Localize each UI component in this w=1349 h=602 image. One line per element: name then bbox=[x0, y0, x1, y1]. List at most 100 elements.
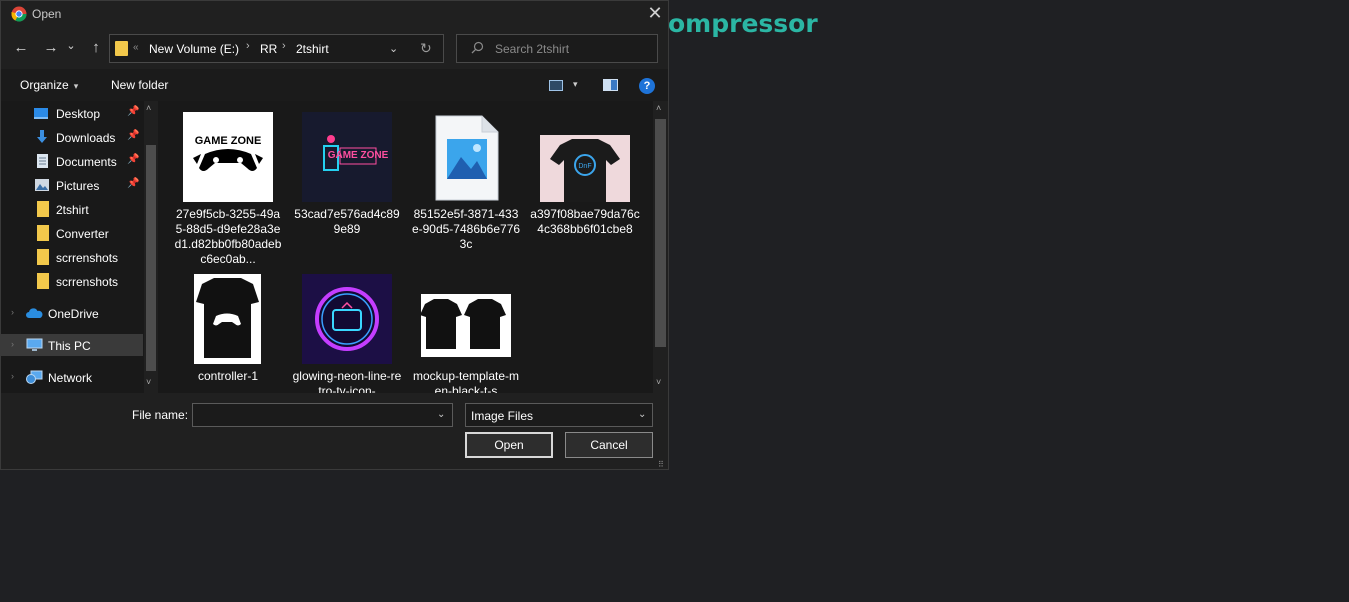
background-heading: ompressor bbox=[668, 9, 818, 38]
pin-icon[interactable]: 📌 bbox=[127, 130, 139, 141]
chevron-down-icon[interactable]: ⌄ bbox=[389, 42, 398, 55]
file-name: a397f08bae79da76c4c368bb6f01cbe8 bbox=[530, 207, 640, 236]
organize-menu[interactable]: Organize ▾ bbox=[20, 78, 78, 92]
address-bar[interactable]: « New Volume (E:) › RR › 2tshirt ⌄ ↻ bbox=[109, 34, 444, 63]
breadcrumb-2tshirt[interactable]: 2tshirt bbox=[296, 42, 329, 56]
image-file-icon bbox=[435, 115, 499, 201]
search-icon bbox=[471, 41, 484, 54]
sidebar-item-label: scrrenshots bbox=[56, 251, 119, 265]
sidebar-item-label: This PC bbox=[48, 339, 91, 353]
file-type-select[interactable]: Image Files ⌄ bbox=[465, 403, 653, 427]
sidebar-item-2tshirt[interactable]: 2tshirt bbox=[1, 198, 143, 220]
sidebar-item-documents[interactable]: Documents 📌 bbox=[1, 150, 143, 172]
breadcrumb-volume[interactable]: New Volume (E:) bbox=[149, 42, 239, 56]
sidebar-item-this-pc[interactable]: › This PC bbox=[1, 334, 143, 356]
view-options-caret-icon[interactable]: ▾ bbox=[573, 79, 578, 90]
sidebar-item-label: scrrenshots bbox=[56, 275, 119, 289]
scroll-down-icon[interactable]: ˅ bbox=[146, 377, 151, 387]
expand-chevron-icon[interactable]: › bbox=[11, 339, 14, 349]
open-file-dialog: Open ✕ ← → ⌄ ↑ « New Volume (E:) › RR › … bbox=[0, 0, 669, 470]
pictures-icon bbox=[35, 179, 49, 191]
thumbnail-text: GAME ZONE bbox=[328, 150, 389, 161]
new-folder-button[interactable]: New folder bbox=[111, 78, 168, 92]
sidebar-item-label: Pictures bbox=[56, 179, 100, 193]
chrome-icon bbox=[11, 6, 27, 22]
sidebar-scrollbar[interactable]: ˄ ˅ bbox=[144, 101, 158, 393]
folder-icon bbox=[115, 41, 128, 56]
image-thumbnail: DnF bbox=[540, 135, 630, 202]
file-type-value: Image Files bbox=[471, 409, 534, 423]
scroll-up-icon[interactable]: ˄ bbox=[146, 103, 151, 113]
image-thumbnail: GAME ZONE bbox=[302, 112, 392, 202]
folder-icon bbox=[37, 201, 49, 217]
overflow-icon[interactable]: « bbox=[133, 42, 139, 53]
file-name: 85152e5f-3871-433e-90d5-7486b6e7763c bbox=[411, 207, 521, 251]
pin-icon[interactable]: 📌 bbox=[127, 154, 139, 165]
dialog-footer: File name: ⌄ Image Files ⌄ Open Cancel ⠿ bbox=[1, 393, 668, 469]
scrollbar-thumb[interactable] bbox=[146, 145, 156, 371]
scrollbar-thumb[interactable] bbox=[655, 119, 666, 347]
forward-icon[interactable]: → bbox=[40, 37, 62, 59]
file-name: 27e9f5cb-3255-49a5-88d5-d9efe28a3ed1.d82… bbox=[174, 207, 282, 266]
command-toolbar: Organize ▾ New folder ▾ ? bbox=[1, 69, 668, 101]
network-icon bbox=[26, 370, 43, 384]
computer-icon bbox=[26, 338, 43, 351]
open-button[interactable]: Open bbox=[465, 432, 553, 458]
cancel-button[interactable]: Cancel bbox=[565, 432, 653, 458]
file-name: mockup-template-men-black-t-s bbox=[412, 369, 520, 393]
search-input[interactable] bbox=[495, 40, 650, 57]
sidebar-item-converter[interactable]: Converter bbox=[1, 222, 143, 244]
up-folder-icon[interactable]: ↑ bbox=[85, 37, 107, 59]
sidebar-item-label: Desktop bbox=[56, 107, 101, 121]
title-bar: Open ✕ bbox=[1, 1, 668, 27]
preview-pane-icon[interactable] bbox=[603, 79, 618, 91]
chevron-down-icon[interactable]: ⌄ bbox=[437, 409, 445, 420]
breadcrumb-rr[interactable]: RR bbox=[260, 42, 277, 56]
change-view-icon[interactable] bbox=[549, 80, 563, 91]
scroll-down-icon[interactable]: ˅ bbox=[656, 377, 661, 387]
caret-down-icon: ▾ bbox=[73, 81, 79, 91]
folder-icon bbox=[37, 225, 49, 241]
breadcrumb-separator-icon[interactable]: › bbox=[246, 40, 250, 52]
recent-locations-icon[interactable]: ⌄ bbox=[64, 35, 78, 57]
navigation-bar: ← → ⌄ ↑ « New Volume (E:) › RR › 2tshirt… bbox=[1, 27, 668, 69]
sidebar-item-network[interactable]: › Network bbox=[1, 366, 143, 388]
scroll-up-icon[interactable]: ˄ bbox=[656, 103, 661, 113]
sidebar-item-onedrive[interactable]: › OneDrive bbox=[1, 302, 143, 324]
expand-chevron-icon[interactable]: › bbox=[11, 307, 14, 317]
sidebar-item-scrrenshots[interactable]: scrrenshots bbox=[1, 270, 143, 292]
refresh-icon[interactable]: ↻ bbox=[420, 40, 432, 57]
sidebar-item-desktop[interactable]: Desktop 📌 bbox=[1, 102, 143, 124]
file-name-input[interactable] bbox=[197, 407, 427, 423]
image-thumbnail bbox=[194, 274, 261, 364]
sidebar-item-label: Documents bbox=[56, 155, 117, 169]
cloud-icon bbox=[26, 308, 43, 318]
pin-icon[interactable]: 📌 bbox=[127, 106, 139, 117]
sidebar-item-pictures[interactable]: Pictures 📌 bbox=[1, 174, 143, 196]
close-icon[interactable]: ✕ bbox=[645, 3, 665, 23]
desktop-icon bbox=[34, 108, 48, 119]
expand-chevron-icon[interactable]: › bbox=[11, 371, 14, 381]
sidebar-item-label: Network bbox=[48, 371, 93, 385]
sidebar-item-label: Converter bbox=[56, 227, 109, 241]
sidebar-item-scrrenshots[interactable]: scrrenshots bbox=[1, 246, 143, 268]
document-icon bbox=[37, 154, 48, 168]
sidebar-item-label: OneDrive bbox=[48, 307, 99, 321]
file-list-scrollbar[interactable]: ˄ ˅ bbox=[653, 101, 668, 393]
file-name: controller-1 bbox=[197, 369, 259, 383]
organize-label: Organize bbox=[20, 78, 69, 92]
resize-grip-icon[interactable]: ⠿ bbox=[658, 460, 664, 469]
breadcrumb-separator-icon[interactable]: › bbox=[282, 40, 286, 52]
image-thumbnail bbox=[302, 274, 392, 364]
folder-icon bbox=[37, 273, 49, 289]
thumbnail-text: DnF bbox=[578, 163, 591, 170]
help-icon[interactable]: ? bbox=[639, 78, 655, 94]
back-icon[interactable]: ← bbox=[10, 37, 32, 59]
pin-icon[interactable]: 📌 bbox=[127, 178, 139, 189]
chevron-down-icon: ⌄ bbox=[638, 409, 647, 420]
dialog-title: Open bbox=[32, 7, 62, 21]
file-name: 53cad7e576ad4c899e89 bbox=[294, 207, 400, 236]
sidebar-item-downloads[interactable]: Downloads 📌 bbox=[1, 126, 143, 148]
sidebar-item-label: 2tshirt bbox=[56, 203, 89, 217]
file-name-combobox: ⌄ bbox=[192, 403, 453, 427]
